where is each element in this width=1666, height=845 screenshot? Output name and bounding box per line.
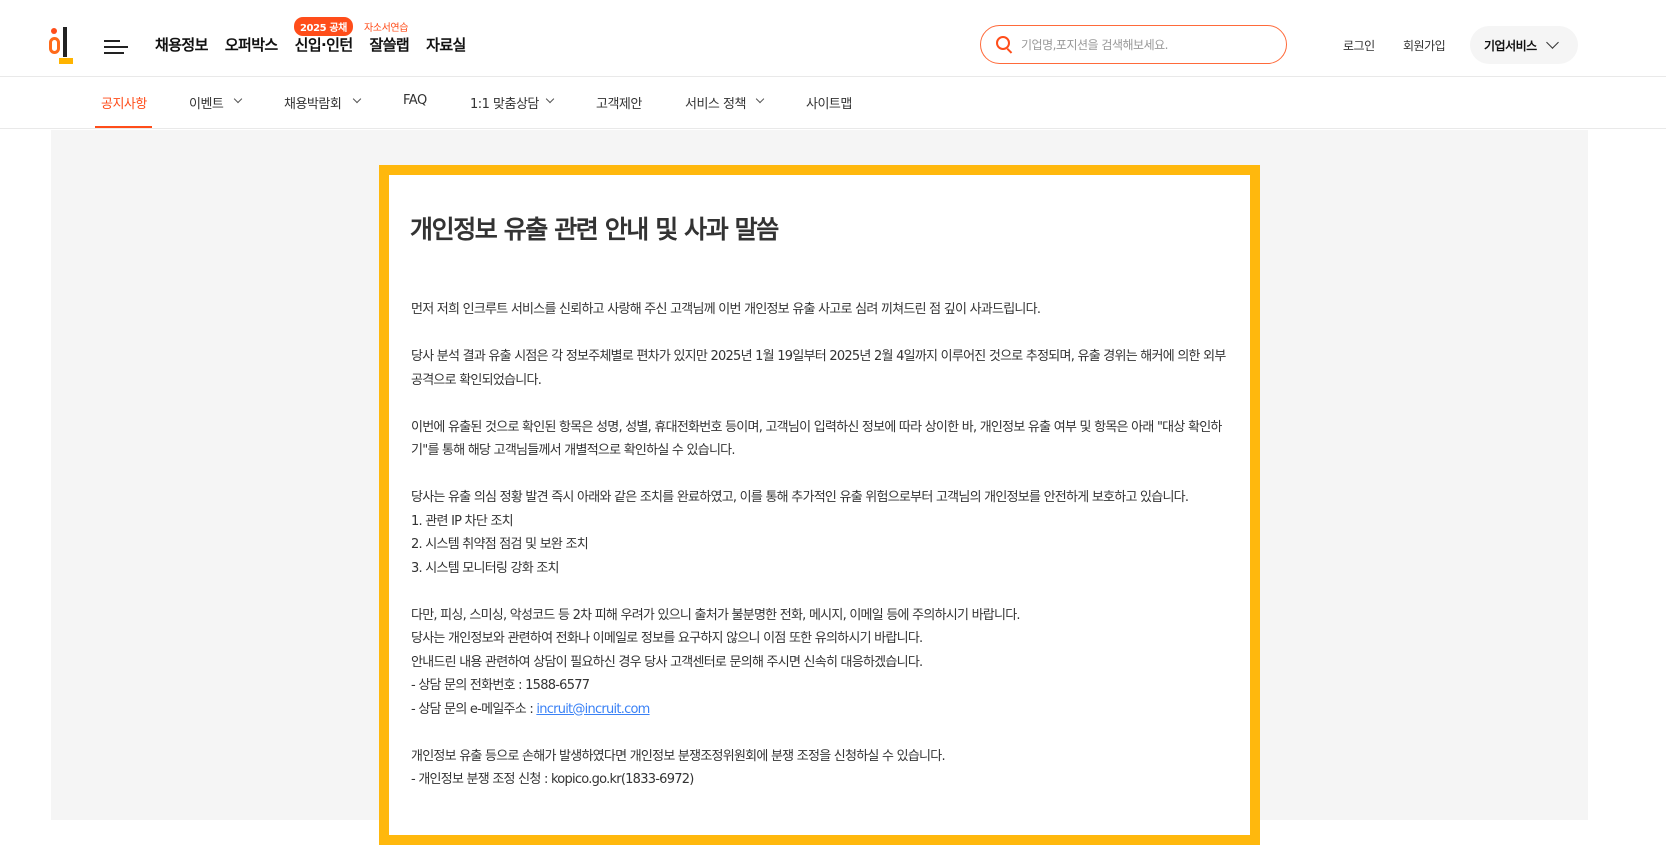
subnav-consult[interactable]: 1:1 맞춤상담 [470,93,539,112]
contact-email-link[interactable]: incruit@incruit.com [536,702,650,717]
recruit-2025-badge: 2025 공채 [294,17,353,36]
notice-paragraph: 당사 분석 결과 유출 시점은 각 정보주체별로 편차가 있지만 2025년 1… [411,349,1226,388]
subnav-sitemap[interactable]: 사이트맵 [806,93,852,112]
chevron-down-icon[interactable] [755,94,765,104]
subnav-faq[interactable]: FAQ [403,93,427,108]
search-icon[interactable] [995,35,1015,55]
contact-email-label: - 상담 문의 e-메일주소 : [411,701,537,717]
sub-nav: 공지사항 이벤트 채용박람회 FAQ 1:1 맞춤상담 고객제안 서비스 정책 … [0,77,1666,129]
corp-service-label: 기업서비스 [1484,39,1537,53]
signup-link[interactable]: 회원가입 [1403,37,1446,54]
nav-resources[interactable]: 자료실 [426,34,466,55]
subnav-job-fair-label: 채용박람회 [284,97,342,112]
nav-jalsseullab[interactable]: 잘쓸랩 [370,34,410,55]
measure-item: 1. 관련 IP 차단 조치 [411,513,514,529]
chevron-down-icon [1546,36,1559,49]
active-tab-indicator [95,126,152,128]
subnav-policy-label: 서비스 정책 [685,97,746,112]
search-input[interactable] [1021,34,1271,56]
subnav-event[interactable]: 이벤트 [189,93,224,112]
corp-service-button[interactable]: 기업서비스 [1470,26,1578,64]
contact-email: - 상담 문의 e-메일주소 : incruit@incruit.com [411,698,1226,722]
notice-title: 개인정보 유출 관련 안내 및 사과 말씀 [410,215,779,244]
chevron-down-icon[interactable] [545,94,555,104]
top-header: 채용정보 오퍼박스 신입·인턴 잘쓸랩 자료실 2025 공채 자소서연습 로그… [0,0,1666,77]
notice-paragraph: 먼저 저희 인크루트 서비스를 신뢰하고 사랑해 주신 고객님께 이번 개인정보… [411,302,1041,317]
notice-paragraph: 다만, 피싱, 스미싱, 악성코드 등 2차 피해 우려가 있으니 출처가 불분… [411,607,1021,623]
resume-practice-badge: 자소서연습 [364,23,409,34]
notice-paragraph: 이번에 유출된 것으로 확인된 항목은 성명, 성별, 휴대전화번호 등이며, … [411,419,1222,459]
subnav-policy[interactable]: 서비스 정책 [685,93,746,112]
dispute-mediation: - 개인정보 분쟁 조정 신청 : kopico.go.kr(1833-6972… [411,772,694,787]
contact-phone: - 상담 문의 전화번호 : 1588-6577 [411,678,590,693]
notice-paragraph: 개인정보 유출 등으로 손해가 발생하였다면 개인정보 분쟁조정위원회에 분쟁 … [411,748,946,764]
subnav-consult-label: 1:1 맞춤상담 [470,97,539,112]
notice-paragraph: 당사는 개인정보와 관련하여 전화나 이메일로 정보를 요구하지 않으니 이점 … [411,631,923,646]
chevron-down-icon[interactable] [233,94,243,104]
main-nav: 채용정보 오퍼박스 신입·인턴 잘쓸랩 자료실 [155,34,466,55]
notice-paragraph: 안내드린 내용 관련하여 상담이 필요하신 경우 당사 고객센터로 문의해 주시… [411,654,923,670]
hamburger-menu-icon[interactable] [104,40,128,56]
measure-item: 2. 시스템 취약점 점검 및 보완 조치 [411,537,589,552]
login-link[interactable]: 로그인 [1343,37,1375,54]
nav-jobs[interactable]: 채용정보 [155,34,208,55]
notice-paragraph: 당사는 유출 의심 정황 발견 즉시 아래와 같은 조치를 완료하였고, 이를 … [411,490,1189,505]
subnav-suggestion[interactable]: 고객제안 [596,93,642,112]
search-box[interactable] [980,25,1287,64]
chevron-down-icon[interactable] [352,94,362,104]
incruit-logo[interactable] [49,24,77,66]
nav-offerbox[interactable]: 오퍼박스 [225,34,278,55]
measure-item: 3. 시스템 모니터링 강화 조치 [411,560,560,576]
nav-newcomer-intern[interactable]: 신입·인턴 [295,34,354,55]
notice-body: 먼저 저희 인크루트 서비스를 신뢰하고 사랑해 주신 고객님께 이번 개인정보… [411,298,1226,792]
subnav-event-label: 이벤트 [189,97,224,112]
subnav-notice[interactable]: 공지사항 [101,93,147,112]
subnav-job-fair[interactable]: 채용박람회 [284,93,342,112]
